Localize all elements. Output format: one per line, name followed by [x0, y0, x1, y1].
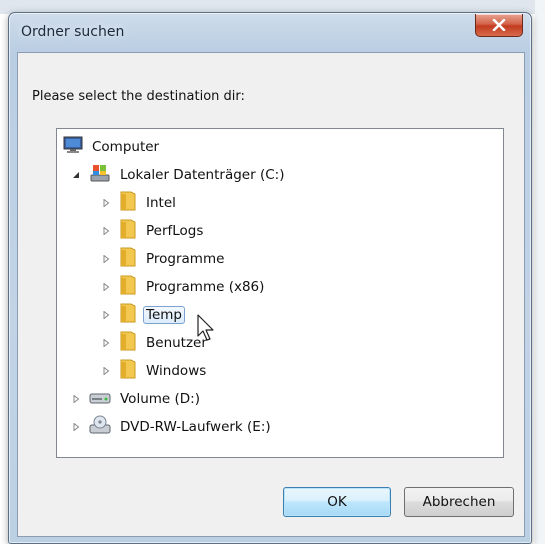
tree-item-label: Volume (D:): [120, 391, 200, 407]
collapsed-arrow-icon[interactable]: [71, 422, 81, 432]
tree-item-label: Programme (x86): [146, 279, 265, 295]
tree-item-label: DVD-RW-Laufwerk (E:): [120, 419, 271, 435]
tree-item-drive-c[interactable]: Lokaler Datenträger (C:): [71, 163, 287, 187]
folder-icon: [119, 359, 137, 383]
dialog-client-area: Please select the destination dir: Compu…: [17, 52, 525, 537]
computer-icon: [63, 136, 83, 158]
browse-folder-dialog: Ordner suchen Please select the destinat…: [8, 12, 532, 544]
tree-item-label: Temp: [143, 306, 185, 324]
tree-item-label: Intel: [146, 195, 176, 211]
tree-item-label: Windows: [146, 363, 207, 379]
tree-item-folder[interactable]: Intel: [101, 191, 179, 215]
mouse-pointer-icon: [197, 314, 214, 341]
tree-item-folder[interactable]: Windows: [101, 359, 209, 383]
hard-drive-icon: [89, 389, 111, 409]
tree-item-folder[interactable]: Programme: [101, 247, 227, 271]
folder-icon: [119, 247, 137, 271]
local-drive-icon: [89, 163, 111, 187]
folder-icon: [119, 275, 137, 299]
collapsed-arrow-icon[interactable]: [101, 366, 111, 376]
dvd-drive-icon: [89, 415, 111, 439]
cancel-button[interactable]: Abbrechen: [404, 487, 514, 517]
tree-item-folder[interactable]: PerfLogs: [101, 219, 206, 243]
prompt-text: Please select the destination dir:: [32, 89, 245, 104]
collapsed-arrow-icon[interactable]: [101, 198, 111, 208]
tree-item-label: PerfLogs: [146, 223, 204, 239]
ok-button[interactable]: OK: [283, 487, 391, 517]
folder-tree[interactable]: Computer Lokaler Datenträger (C:) Intel …: [56, 128, 504, 458]
folder-icon: [119, 303, 137, 327]
collapsed-arrow-icon[interactable]: [101, 310, 111, 320]
expanded-arrow-icon[interactable]: [71, 170, 81, 180]
tree-item-drive-d[interactable]: Volume (D:): [71, 387, 203, 411]
collapsed-arrow-icon[interactable]: [101, 226, 111, 236]
tree-item-folder[interactable]: Programme (x86): [101, 275, 267, 299]
title-bar[interactable]: Ordner suchen: [9, 13, 531, 49]
tree-item-label: Computer: [92, 139, 160, 155]
folder-icon: [119, 191, 137, 215]
desktop-background-edge: [535, 0, 545, 544]
tree-item-folder[interactable]: Benutzer: [101, 331, 210, 355]
tree-item-label: Programme: [146, 251, 225, 267]
dialog-title: Ordner suchen: [21, 24, 125, 40]
tree-item-label: Lokaler Datenträger (C:): [120, 167, 285, 183]
close-icon: [492, 19, 506, 31]
tree-item-folder-selected[interactable]: Temp: [101, 303, 185, 327]
collapsed-arrow-icon[interactable]: [101, 338, 111, 348]
folder-icon: [119, 219, 137, 243]
collapsed-arrow-icon[interactable]: [71, 394, 81, 404]
collapsed-arrow-icon[interactable]: [101, 254, 111, 264]
close-button[interactable]: [475, 14, 523, 37]
tree-item-drive-e[interactable]: DVD-RW-Laufwerk (E:): [71, 415, 274, 439]
tree-item-computer[interactable]: Computer: [63, 135, 162, 159]
collapsed-arrow-icon[interactable]: [101, 282, 111, 292]
folder-icon: [119, 331, 137, 355]
